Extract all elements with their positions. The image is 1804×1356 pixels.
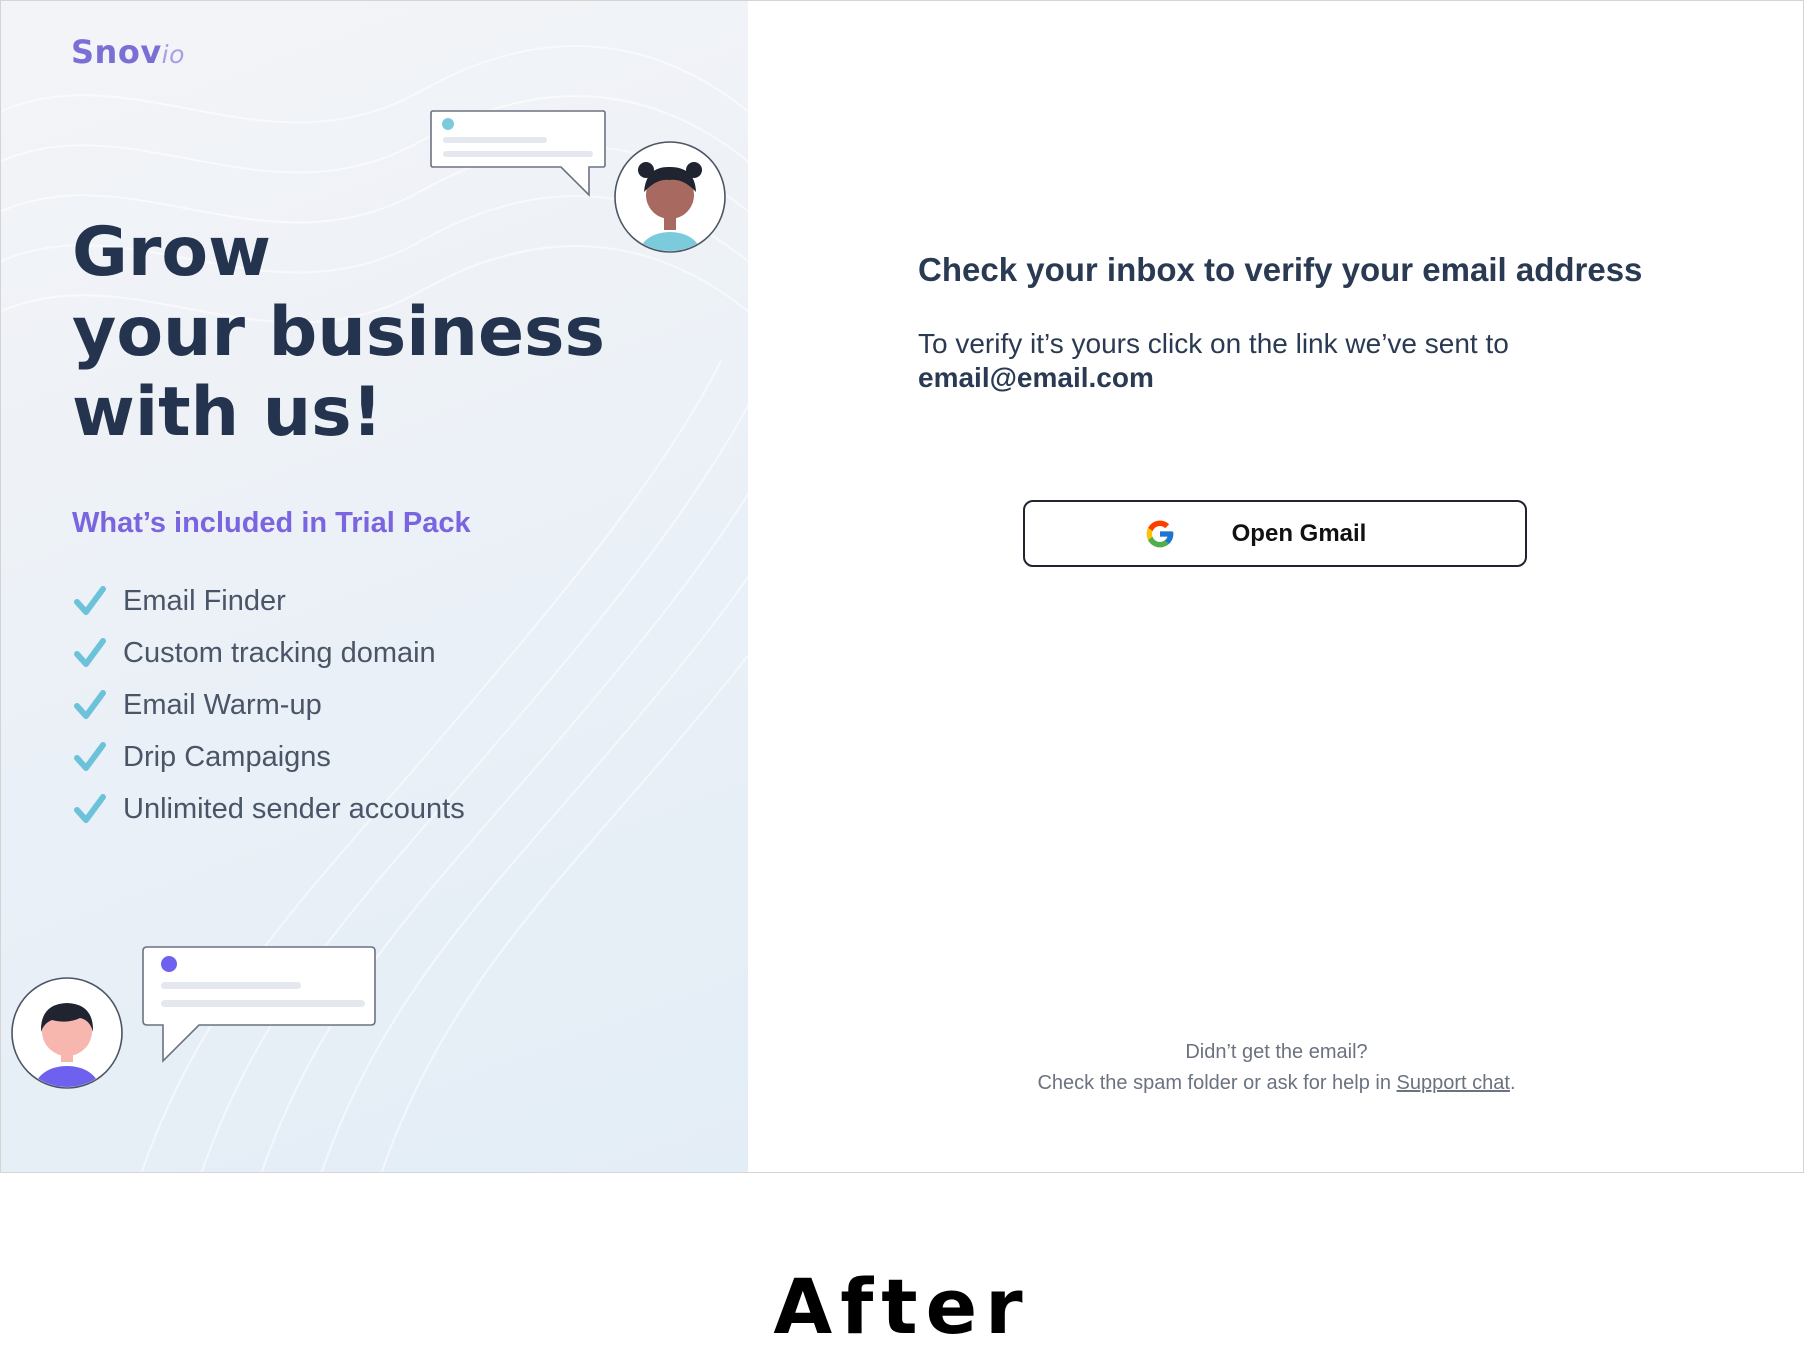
help-note-line-1: Didn’t get the email? bbox=[1185, 1041, 1368, 1063]
help-note-period: . bbox=[1509, 1072, 1516, 1094]
check-icon bbox=[74, 586, 106, 615]
feature-list: Email Finder Custom tracking domain Emai… bbox=[73, 575, 465, 835]
headline-line-1: Grow bbox=[72, 213, 271, 292]
verify-email: email@email.com bbox=[918, 362, 1154, 393]
verify-description: To verify it’s yours click on the link w… bbox=[918, 327, 1509, 395]
chat-bubble-top bbox=[430, 110, 606, 197]
feature-item: Custom tracking domain bbox=[73, 627, 465, 679]
signup-frame: Snovio Grow your business with us! What’… bbox=[0, 0, 1804, 1173]
help-note-text: Check the spam folder or ask for help in bbox=[1037, 1072, 1391, 1094]
feature-item: Email Finder bbox=[73, 575, 465, 627]
feature-item: Email Warm-up bbox=[73, 679, 465, 731]
verify-description-text: To verify it’s yours click on the link w… bbox=[918, 328, 1509, 359]
check-icon bbox=[74, 638, 106, 667]
trial-pack-title: What’s included in Trial Pack bbox=[72, 507, 471, 539]
google-icon bbox=[1146, 520, 1173, 547]
feature-label: Custom tracking domain bbox=[123, 636, 436, 669]
open-gmail-button[interactable]: Open Gmail bbox=[1023, 500, 1527, 567]
chat-bubble-bottom bbox=[142, 946, 376, 1063]
verify-panel: Check your inbox to verify your email ad… bbox=[748, 1, 1803, 1172]
feature-label: Email Warm-up bbox=[123, 688, 322, 721]
check-icon bbox=[74, 794, 106, 823]
promo-panel: Snovio Grow your business with us! What’… bbox=[1, 1, 748, 1172]
headline-line-3: with us! bbox=[72, 373, 383, 452]
verify-title: Check your inbox to verify your email ad… bbox=[918, 251, 1643, 288]
headline-line-2: your business bbox=[72, 293, 606, 372]
help-note: Didn’t get the email? Check the spam fol… bbox=[748, 1037, 1803, 1099]
snovio-logo[interactable]: Snovio bbox=[71, 33, 185, 71]
feature-item: Drip Campaigns bbox=[73, 731, 465, 783]
headline: Grow your business with us! bbox=[72, 213, 605, 453]
check-icon bbox=[74, 742, 106, 771]
avatar-woman bbox=[614, 141, 726, 253]
logo-suffix: io bbox=[161, 40, 185, 69]
support-chat-link[interactable]: Support chat bbox=[1397, 1072, 1510, 1094]
open-gmail-label: Open Gmail bbox=[1231, 519, 1367, 547]
feature-label: Unlimited sender accounts bbox=[123, 792, 465, 825]
help-note-line-2: Check the spam folder or ask for help in… bbox=[748, 1068, 1803, 1099]
check-icon bbox=[74, 690, 106, 719]
feature-item: Unlimited sender accounts bbox=[73, 783, 465, 835]
after-caption: After bbox=[773, 1262, 1031, 1351]
feature-label: Drip Campaigns bbox=[123, 740, 331, 773]
logo-brand: Snov bbox=[71, 33, 162, 71]
avatar-man bbox=[11, 977, 123, 1089]
feature-label: Email Finder bbox=[123, 584, 286, 617]
